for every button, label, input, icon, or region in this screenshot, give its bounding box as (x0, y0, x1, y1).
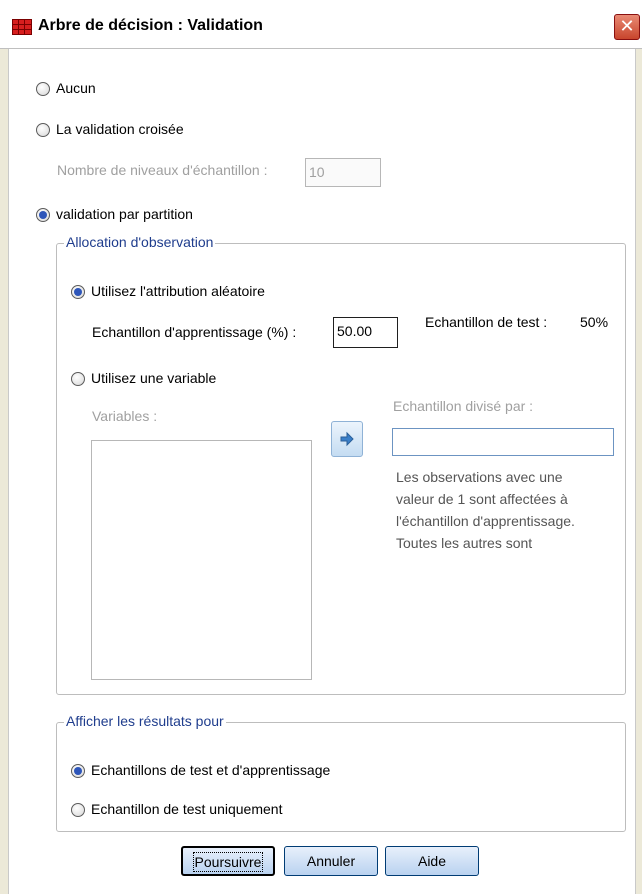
test-only-label[interactable]: Echantillon de test uniquement (91, 801, 282, 817)
training-sample-label: Echantillon d'apprentissage (%) : (92, 324, 297, 340)
training-sample-input[interactable]: 50.00 (333, 317, 398, 348)
split-sample-radio[interactable] (36, 208, 50, 222)
split-by-input[interactable] (392, 428, 614, 456)
both-samples-label[interactable]: Echantillons de test et d'apprentissage (91, 762, 330, 778)
note-line: Toutes les autres sont (396, 535, 533, 551)
arrow-right-icon (340, 431, 354, 447)
help-button[interactable]: Aide (385, 846, 479, 876)
none-radio[interactable] (36, 82, 50, 96)
test-sample-value: 50% (580, 314, 609, 330)
folds-label: Nombre de niveaux d'échantillon : (57, 162, 268, 178)
note-line: Les observations avec une (396, 469, 563, 485)
spss-table-icon (12, 19, 32, 35)
cancel-button[interactable]: Annuler (284, 846, 378, 876)
both-samples-radio[interactable] (71, 764, 85, 778)
window-title: Arbre de décision : Validation (38, 17, 263, 34)
random-assignment-radio[interactable] (71, 285, 85, 299)
note-line: valeur de 1 sont affectées à (396, 491, 568, 507)
display-results-legend: Afficher les résultats pour (64, 713, 226, 729)
use-variable-label[interactable]: Utilisez une variable (91, 370, 216, 386)
note-line: l'échantillon d'apprentissage. (396, 513, 575, 529)
close-button[interactable]: ✕ (614, 14, 640, 40)
cross-validation-label[interactable]: La validation croisée (56, 121, 184, 137)
use-variable-radio[interactable] (71, 372, 85, 386)
folds-input[interactable]: 10 (305, 158, 381, 187)
test-sample-label: Echantillon de test : (425, 314, 548, 330)
none-label[interactable]: Aucun (56, 80, 96, 96)
continue-button-label: Poursuivre (192, 852, 264, 872)
split-by-note: Les observations avec une valeur de 1 so… (396, 466, 575, 554)
variables-listbox[interactable] (91, 440, 312, 680)
title-bar: Arbre de décision : Validation ✕ (0, 0, 642, 49)
random-assignment-label[interactable]: Utilisez l'attribution aléatoire (91, 283, 265, 299)
split-by-label: Echantillon divisé par : (393, 398, 534, 414)
variables-label: Variables : (92, 408, 158, 424)
move-variable-button[interactable] (331, 421, 363, 457)
allocation-legend: Allocation d'observation (64, 234, 216, 250)
test-only-radio[interactable] (71, 803, 85, 817)
cross-validation-radio[interactable] (36, 123, 50, 137)
continue-button[interactable]: Poursuivre (181, 846, 275, 876)
split-sample-label[interactable]: validation par partition (56, 206, 193, 222)
